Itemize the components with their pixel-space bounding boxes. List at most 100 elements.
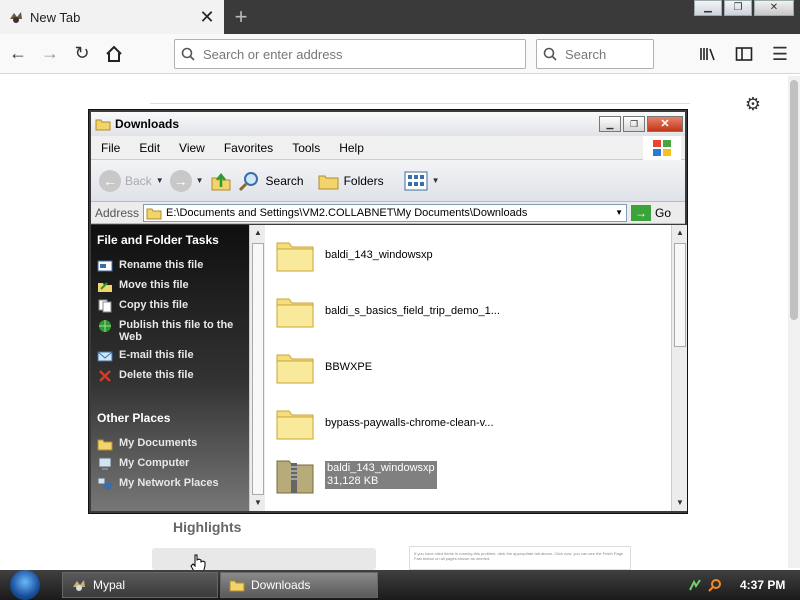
explorer-title: Downloads — [115, 117, 180, 131]
close-icon[interactable]: ✕ — [647, 116, 683, 132]
file-list-scrollbar[interactable]: ▲ ▼ — [671, 225, 687, 511]
up-folder-button[interactable] — [210, 170, 232, 192]
page-scrollbar[interactable] — [788, 76, 800, 568]
menu-icon[interactable]: ☰ — [766, 40, 794, 68]
scroll-up-icon[interactable]: ▲ — [674, 227, 686, 239]
taskbar: Mypal Downloads 4:37 PM — [0, 570, 800, 600]
gear-icon[interactable]: ⚙ — [743, 94, 763, 114]
highlight-card[interactable] — [152, 548, 376, 570]
folders-icon — [318, 175, 339, 189]
scroll-up-icon[interactable]: ▲ — [252, 227, 264, 239]
list-item[interactable]: baldi_143_windowsxp — [275, 233, 433, 277]
highlights-heading: Highlights — [173, 519, 242, 535]
tab-new-tab[interactable]: New Tab ✕ — [0, 0, 224, 34]
list-item[interactable]: BBWXPE — [275, 345, 372, 389]
url-placeholder: Search or enter address — [203, 46, 343, 62]
file-name: baldi_143_windowsxp — [327, 462, 435, 474]
clock[interactable]: 4:37 PM — [740, 578, 785, 592]
list-item[interactable]: bypass-paywalls-chrome-clean-v... — [275, 401, 494, 445]
explorer-body: File and Folder Tasks Rename this file M… — [91, 225, 687, 511]
task-delete[interactable]: Delete this file — [97, 369, 243, 383]
menu-view[interactable]: View — [169, 141, 214, 155]
task-move[interactable]: Move this file — [97, 279, 243, 293]
go-label: Go — [655, 205, 672, 220]
scroll-down-icon[interactable]: ▼ — [674, 497, 686, 509]
maximize-icon[interactable]: ❐ — [623, 116, 645, 132]
views-button[interactable]: ▼ — [404, 171, 440, 191]
reload-icon[interactable]: ↻ — [68, 40, 96, 68]
mypal-icon — [73, 580, 85, 591]
url-bar[interactable]: Search or enter address — [174, 39, 526, 69]
new-tab-plus-icon[interactable]: + — [230, 4, 252, 30]
chevron-down-icon[interactable]: ▼ — [156, 176, 164, 185]
window-controls: ▁ ❐ ✕ — [692, 0, 794, 16]
forward-button[interactable]: → ▼ — [169, 169, 204, 192]
folder-icon — [276, 298, 314, 328]
folders-button[interactable]: Folders — [318, 171, 384, 191]
list-item-selected[interactable]: baldi_143_windowsxp 31,128 KB — [275, 453, 437, 497]
address-field[interactable]: E:\Documents and Settings\VM2.COLLABNET\… — [143, 203, 628, 222]
network-icon — [97, 477, 112, 490]
task-label: Move this file — [119, 279, 189, 291]
sidebar-icon[interactable] — [730, 40, 758, 68]
folder-icon — [146, 208, 162, 219]
folder-icon — [276, 410, 314, 440]
back-arrow-icon[interactable]: ← — [4, 40, 32, 68]
forward-arrow-icon[interactable]: → — [36, 40, 64, 68]
chevron-down-icon[interactable]: ▼ — [196, 176, 204, 185]
file-name: baldi_143_windowsxp — [325, 249, 433, 261]
network-tray-icon[interactable] — [688, 578, 702, 592]
list-item[interactable]: baldi_s_basics_field_trip_demo_1... — [275, 289, 500, 333]
minimize-icon[interactable]: ▁ — [694, 0, 722, 16]
task-pane-scrollbar[interactable]: ▲ ▼ — [249, 225, 265, 511]
task-email[interactable]: E-mail this file — [97, 349, 243, 363]
task-publish[interactable]: Publish this file to the Web — [97, 319, 243, 343]
folder-icon — [276, 354, 314, 384]
highlight-card[interactable]: If you have cited items in running this … — [409, 546, 631, 570]
place-my-documents[interactable]: My Documents — [97, 437, 243, 451]
taskbar-item-downloads[interactable]: Downloads — [220, 572, 378, 598]
folders-label: Folders — [343, 173, 384, 188]
close-window-icon[interactable]: ✕ — [754, 0, 794, 16]
maximize-icon[interactable]: ❐ — [724, 0, 752, 16]
task-copy[interactable]: Copy this file — [97, 299, 243, 313]
folder-icon — [229, 580, 245, 592]
tab-close-icon[interactable]: ✕ — [198, 7, 216, 28]
explorer-titlebar[interactable]: Downloads ▁ ❐ ✕ — [91, 112, 685, 136]
file-size: 31,128 KB — [327, 475, 379, 487]
menu-file[interactable]: File — [91, 141, 129, 155]
home-icon[interactable] — [100, 40, 128, 68]
place-my-network[interactable]: My Network Places — [97, 477, 243, 491]
menu-favorites[interactable]: Favorites — [214, 141, 282, 155]
search-tray-icon[interactable] — [708, 578, 722, 592]
copy-icon — [98, 299, 112, 313]
scroll-down-icon[interactable]: ▼ — [252, 497, 264, 509]
taskbar-item-mypal[interactable]: Mypal — [62, 572, 218, 598]
rename-icon — [97, 260, 113, 272]
menu-edit[interactable]: Edit — [129, 141, 169, 155]
task-pane: File and Folder Tasks Rename this file M… — [91, 225, 249, 511]
search-button[interactable]: Search — [238, 170, 304, 192]
start-button-icon[interactable] — [10, 570, 40, 600]
folder-icon — [276, 242, 314, 272]
system-tray: 4:37 PM — [682, 570, 800, 600]
email-icon — [97, 351, 113, 362]
tab-title: New Tab — [30, 9, 81, 25]
scrollbar-thumb[interactable] — [674, 243, 686, 347]
scrollbar-thumb[interactable] — [790, 80, 798, 320]
minimize-icon[interactable]: ▁ — [599, 116, 621, 132]
chevron-down-icon[interactable]: ▼ — [432, 176, 440, 185]
task-label: Publish this file to the Web — [119, 319, 234, 343]
back-button[interactable]: ← Back ▼ — [99, 169, 164, 192]
place-my-computer[interactable]: My Computer — [97, 457, 243, 471]
scrollbar-thumb[interactable] — [252, 243, 264, 495]
menu-tools[interactable]: Tools — [282, 141, 329, 155]
menu-help[interactable]: Help — [329, 141, 373, 155]
task-rename[interactable]: Rename this file — [97, 259, 243, 273]
chevron-down-icon[interactable]: ▼ — [612, 205, 626, 221]
search-bar[interactable]: Search — [536, 39, 654, 69]
library-icon[interactable] — [694, 40, 722, 68]
zip-folder-icon — [276, 460, 314, 494]
taskbar-item-label: Downloads — [251, 578, 311, 592]
go-button[interactable]: → Go — [631, 204, 672, 221]
